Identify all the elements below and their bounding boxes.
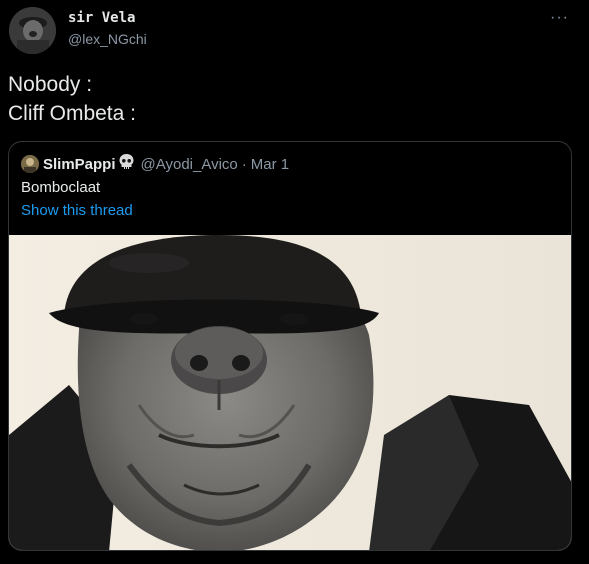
author-handle[interactable]: @lex_NGchi [68,31,147,47]
skull-icon [118,153,135,175]
quoted-author-avatar [21,155,39,173]
quoted-tweet-text: Bomboclaat [21,179,101,196]
quoted-tweet-date[interactable]: Mar 1 [251,156,289,173]
quoted-tweet[interactable]: SlimPappi @Ayodi_Avico · Mar 1 Bomboclaa… [8,141,572,551]
more-horizontal-icon[interactable]: ··· [550,9,569,27]
tweet-line: Cliff Ombeta : [8,102,136,125]
tweet-text: Nobody : Cliff Ombeta : [8,70,136,128]
author-avatar[interactable] [9,7,56,54]
separator-dot: · [241,155,247,173]
show-thread-link[interactable]: Show this thread [21,202,133,219]
quoted-author-name[interactable]: SlimPappi [43,156,116,173]
quoted-author-handle[interactable]: @Ayodi_Avico [141,156,238,173]
tweet-line: Nobody : [8,73,93,96]
quoted-tweet-header: SlimPappi @Ayodi_Avico · Mar 1 [21,154,289,174]
author-display-name[interactable]: sir Vela [68,10,135,26]
quoted-tweet-image[interactable] [9,235,571,550]
